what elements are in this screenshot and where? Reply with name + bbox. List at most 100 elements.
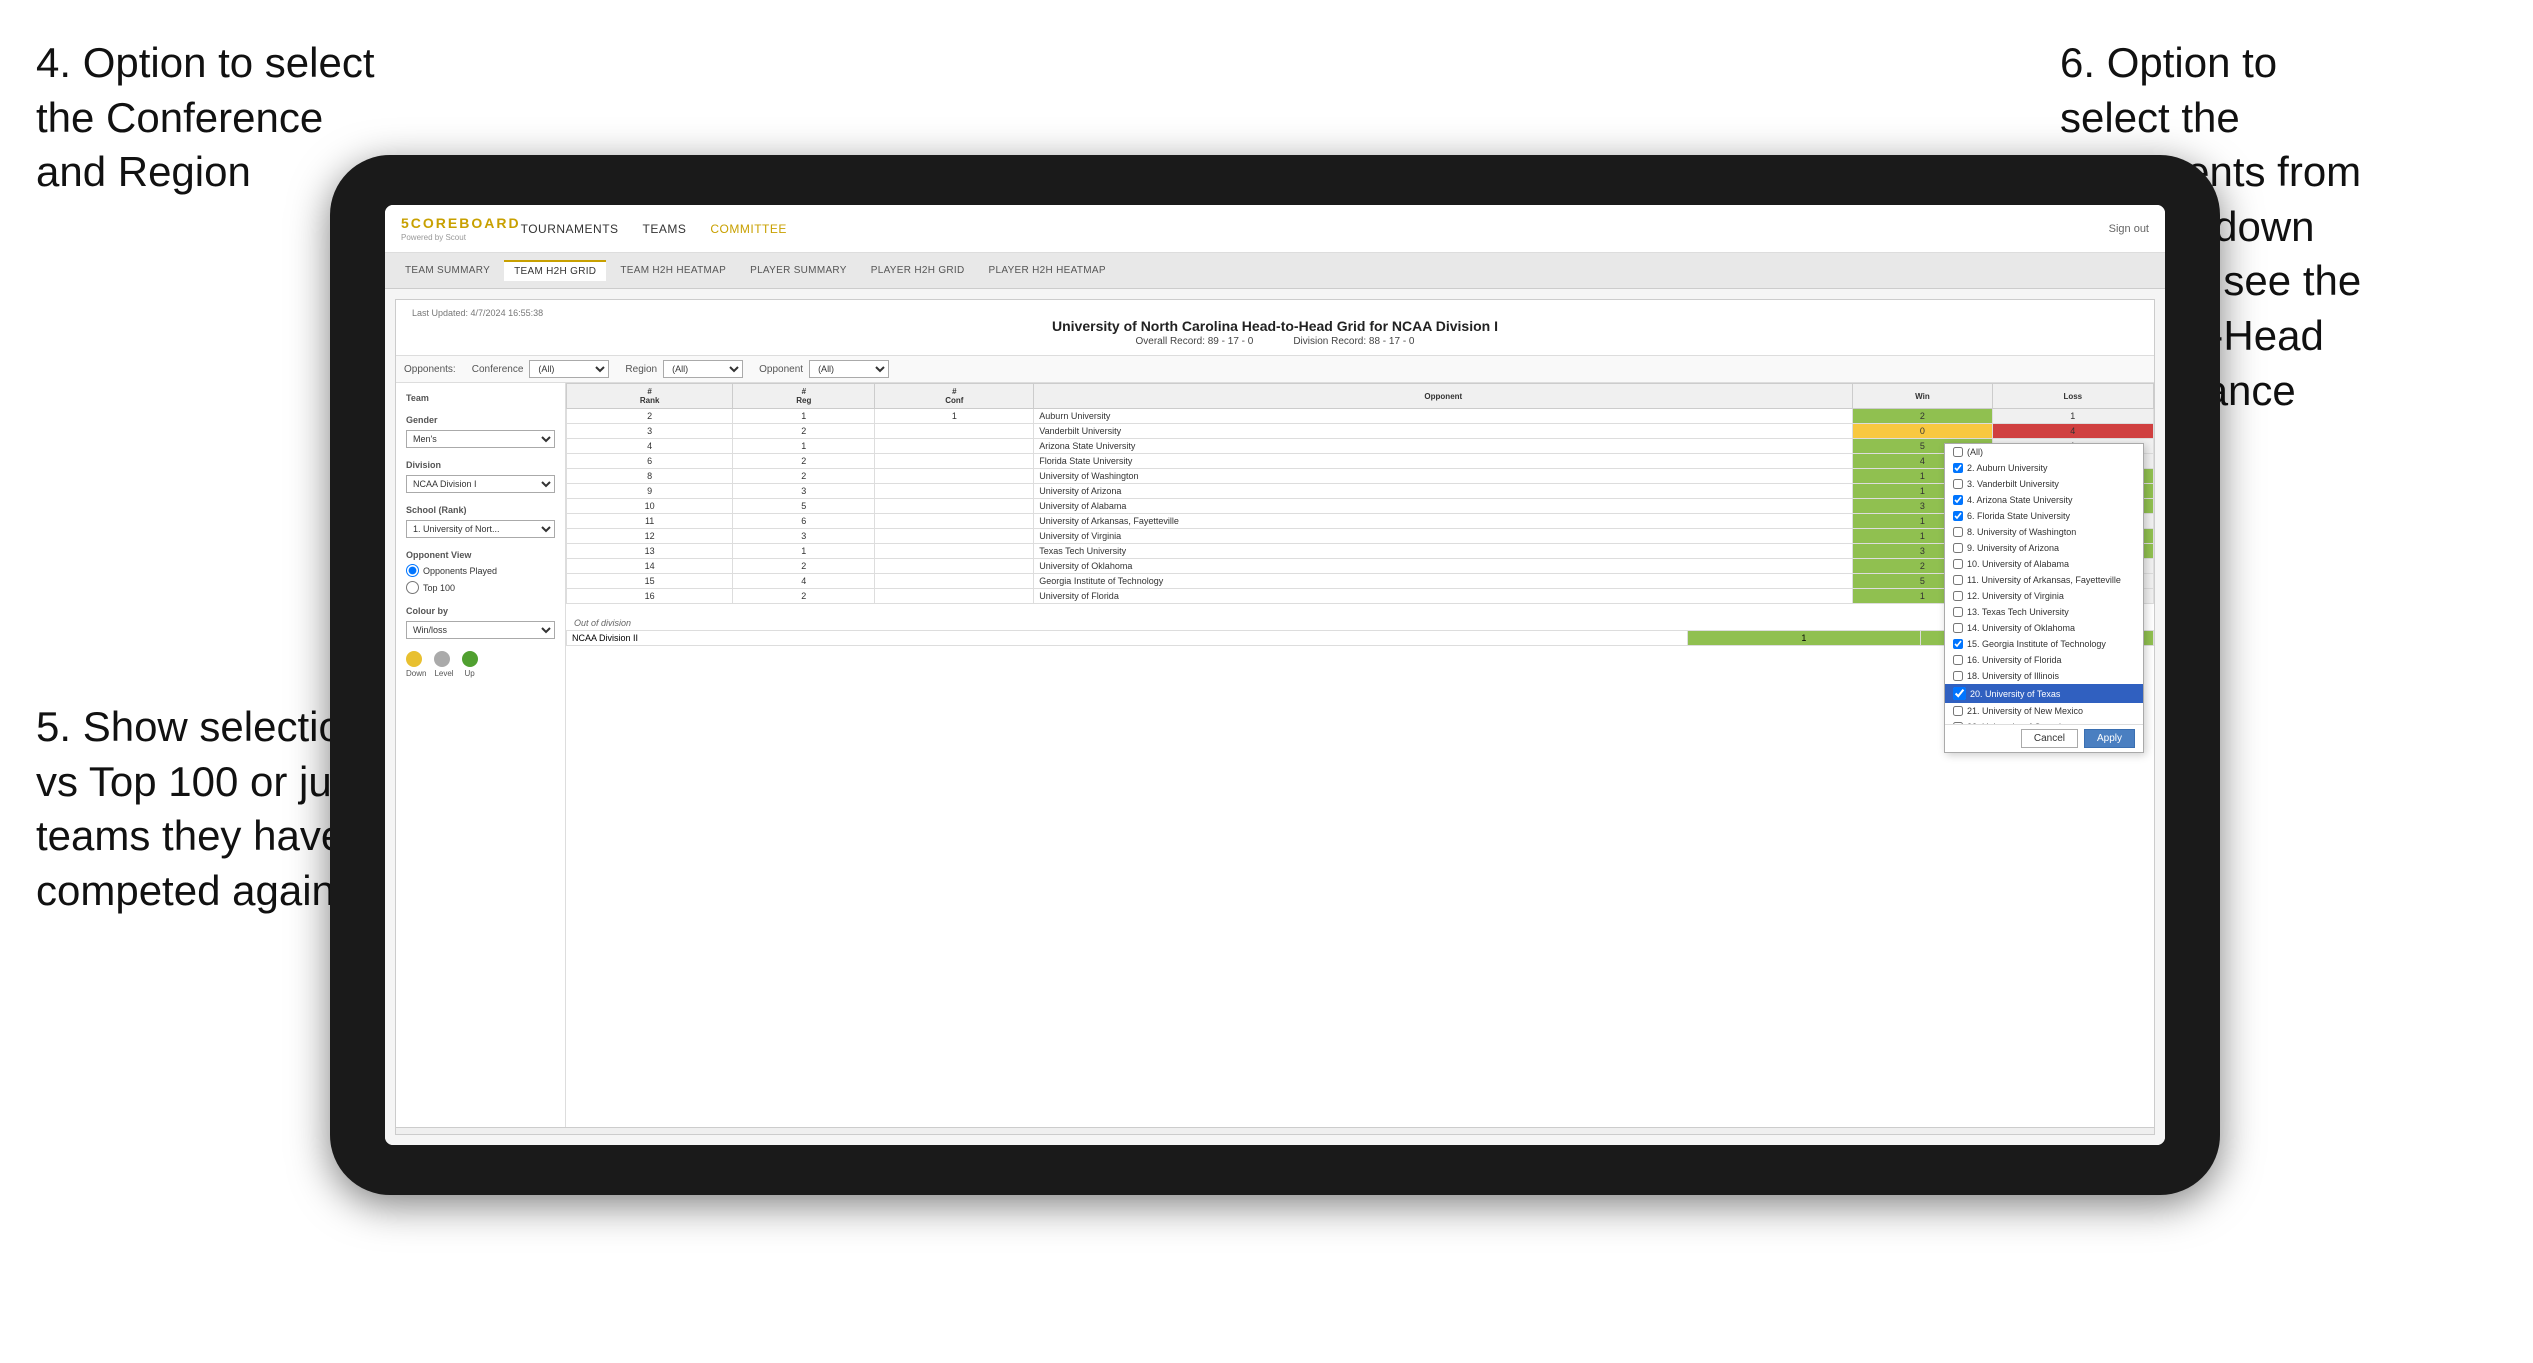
cell-reg: 2 — [733, 589, 875, 604]
cell-loss: 4 — [1992, 424, 2153, 439]
school-select[interactable]: 1. University of Nort... — [406, 520, 555, 538]
tab-player-h2h-heatmap[interactable]: PLAYER H2H HEATMAP — [979, 261, 1116, 280]
cell-opponent: University of Washington — [1034, 469, 1853, 484]
sidebar-team: Team — [406, 393, 555, 403]
col-opponent: Opponent — [1034, 384, 1853, 409]
tab-team-summary[interactable]: TEAM SUMMARY — [395, 261, 500, 280]
division-select[interactable]: NCAA Division I — [406, 475, 555, 493]
out-of-division-header: Out of division — [566, 616, 2154, 630]
dropdown-item[interactable]: 10. University of Alabama — [1945, 556, 2143, 572]
table-row: 6 2 Florida State University 4 2 — [567, 454, 2154, 469]
dropdown-item[interactable]: 3. Vanderbilt University — [1945, 476, 2143, 492]
cell-conf — [875, 499, 1034, 514]
dropdown-item[interactable]: 4. Arizona State University — [1945, 492, 2143, 508]
col-loss: Loss — [1992, 384, 2153, 409]
tablet-device: 5COREBOARD Powered by Scout TOURNAMENTS … — [330, 155, 2220, 1195]
table-row: 16 2 University of Florida 1 — [567, 589, 2154, 604]
report-subtitle: Overall Record: 89 - 17 - 0 Division Rec… — [412, 336, 2138, 347]
cell-conf — [875, 529, 1034, 544]
dropdown-item[interactable]: 9. University of Arizona — [1945, 540, 2143, 556]
nav-committee[interactable]: COMMITTEE — [710, 222, 787, 236]
tab-player-h2h-grid[interactable]: PLAYER H2H GRID — [861, 261, 975, 280]
legend-down: Down — [406, 651, 426, 678]
cell-reg: 5 — [733, 499, 875, 514]
colour-by-select[interactable]: Win/loss — [406, 621, 555, 639]
dropdown-item[interactable]: 6. Florida State University — [1945, 508, 2143, 524]
dropdown-item[interactable]: 18. University of Illinois — [1945, 668, 2143, 684]
dropdown-item[interactable]: 14. University of Oklahoma — [1945, 620, 2143, 636]
last-updated: Last Updated: 4/7/2024 16:55:38 — [412, 308, 543, 318]
region-select[interactable]: (All) — [663, 360, 743, 378]
level-dot — [434, 651, 450, 667]
down-dot — [406, 651, 422, 667]
cell-rank: 2 — [567, 409, 733, 424]
dropdown-item[interactable]: 15. Georgia Institute of Technology — [1945, 636, 2143, 652]
toolbar: ↩ ↪ ◁ ⎘ ⟳ 🖼 View: Original 👁 W — [396, 1127, 2154, 1135]
opponent-dropdown[interactable]: (All) 2. Auburn University 3. Vanderbilt… — [1944, 443, 2144, 753]
sidebar-colour-by: Colour by Win/loss — [406, 606, 555, 639]
sidebar: Team Gender Men's Division NCAA Division… — [396, 383, 566, 1127]
down-label: Down — [406, 669, 426, 678]
nav-tournaments[interactable]: TOURNAMENTS — [521, 222, 619, 236]
col-rank: #Rank — [567, 384, 733, 409]
opponent-label: Opponent — [759, 364, 803, 375]
dropdown-item[interactable]: 21. University of New Mexico — [1945, 703, 2143, 719]
dropdown-item[interactable]: (All) — [1945, 444, 2143, 460]
report-title: University of North Carolina Head-to-Hea… — [412, 318, 2138, 334]
tab-h2h-heatmap[interactable]: TEAM H2H HEATMAP — [610, 261, 736, 280]
cell-conf — [875, 469, 1034, 484]
data-table: #Rank #Reg #Conf Opponent Win Loss 2 1 — [566, 383, 2154, 604]
radio-top100[interactable]: Top 100 — [406, 581, 555, 594]
table-row: 3 2 Vanderbilt University 0 4 — [567, 424, 2154, 439]
tab-h2h-grid[interactable]: TEAM H2H GRID — [504, 260, 606, 281]
dropdown-item[interactable]: 16. University of Florida — [1945, 652, 2143, 668]
opponent-select[interactable]: (All) — [809, 360, 889, 378]
dropdown-item[interactable]: 12. University of Virginia — [1945, 588, 2143, 604]
cell-opponent: Texas Tech University — [1034, 544, 1853, 559]
cancel-button[interactable]: Cancel — [2021, 729, 2078, 748]
overall-record: Overall Record: 89 - 17 - 0 — [1136, 336, 1254, 347]
cell-conf — [875, 574, 1034, 589]
dropdown-item[interactable]: 2. Auburn University — [1945, 460, 2143, 476]
col-reg: #Reg — [733, 384, 875, 409]
color-legend: Down Level Up — [406, 651, 555, 678]
cell-reg: 2 — [733, 559, 875, 574]
table-row: 15 4 Georgia Institute of Technology 5 1 — [567, 574, 2154, 589]
nav-bar: 5COREBOARD Powered by Scout TOURNAMENTS … — [385, 205, 2165, 253]
nav-signout[interactable]: Sign out — [2109, 223, 2149, 235]
dropdown-item[interactable]: 13. Texas Tech University — [1945, 604, 2143, 620]
radio-opponents-played[interactable]: Opponents Played — [406, 564, 555, 577]
cell-rank: 15 — [567, 574, 733, 589]
legend-level: Level — [434, 651, 453, 678]
gender-select[interactable]: Men's — [406, 430, 555, 448]
nav-logo: 5COREBOARD Powered by Scout — [401, 215, 521, 242]
cell-conf — [875, 559, 1034, 574]
dropdown-item[interactable]: 20. University of Texas — [1945, 684, 2143, 703]
conference-select[interactable]: (All) — [529, 360, 609, 378]
dropdown-footer: Cancel Apply — [1945, 724, 2143, 752]
cell-reg: 3 — [733, 529, 875, 544]
dropdown-item[interactable]: 8. University of Washington — [1945, 524, 2143, 540]
dropdown-item[interactable]: 11. University of Arkansas, Fayetteville — [1945, 572, 2143, 588]
team-label: Team — [406, 393, 555, 403]
main-content: Last Updated: 4/7/2024 16:55:38 Universi… — [385, 289, 2165, 1145]
cell-rank: 9 — [567, 484, 733, 499]
tab-player-summary[interactable]: PLAYER SUMMARY — [740, 261, 857, 280]
opponent-filter: Opponent (All) — [759, 360, 889, 378]
up-dot — [462, 651, 478, 667]
nav-teams[interactable]: TEAMS — [643, 222, 687, 236]
tab-bar: TEAM SUMMARY TEAM H2H GRID TEAM H2H HEAT… — [385, 253, 2165, 289]
cell-opponent: Arizona State University — [1034, 439, 1853, 454]
cell-reg: 2 — [733, 424, 875, 439]
table-row: 2 1 1 Auburn University 2 1 — [567, 409, 2154, 424]
school-label: School (Rank) — [406, 505, 555, 515]
cell-rank: 8 — [567, 469, 733, 484]
col-win: Win — [1853, 384, 1992, 409]
cell-reg: 1 — [733, 409, 875, 424]
apply-button[interactable]: Apply — [2084, 729, 2135, 748]
table-row: 11 6 University of Arkansas, Fayettevill… — [567, 514, 2154, 529]
level-label: Level — [434, 669, 453, 678]
ncaa-div2-label: NCAA Division II — [567, 631, 1688, 646]
tablet-screen: 5COREBOARD Powered by Scout TOURNAMENTS … — [385, 205, 2165, 1145]
region-filter: Region (All) — [625, 360, 743, 378]
